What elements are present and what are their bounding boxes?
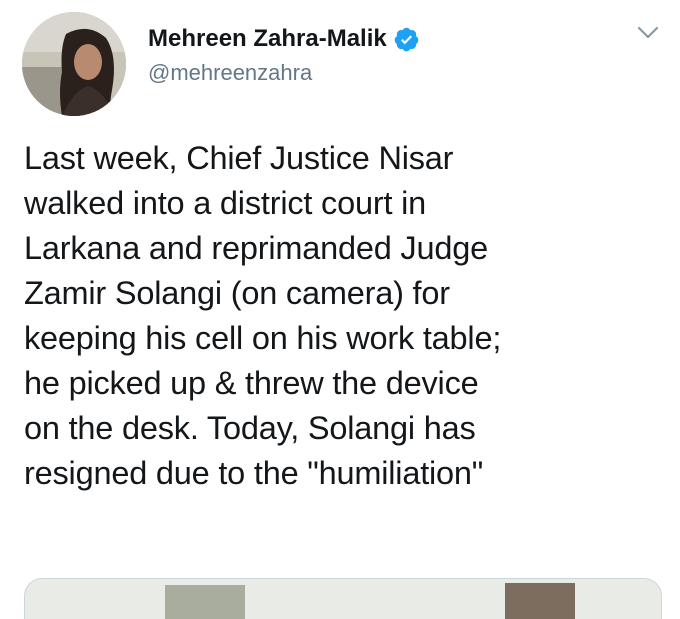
- display-name[interactable]: Mehreen Zahra-Malik: [148, 25, 387, 53]
- tweet-card: Mehreen Zahra-Malik @mehreenzahra Last w…: [0, 0, 680, 619]
- tweet-text-line: Larkana and reprimanded Judge: [24, 230, 488, 266]
- avatar[interactable]: [22, 12, 126, 116]
- tweet-text-line: on the desk. Today, Solangi has: [24, 410, 476, 446]
- media-image-fragment: [505, 583, 575, 619]
- tweet-text: Last week, Chief Justice Nisar walked in…: [24, 136, 664, 496]
- media-image-fragment: [165, 585, 245, 619]
- tweet-text-line: Zamir Solangi (on camera) for: [24, 275, 450, 311]
- more-options-button[interactable]: [630, 18, 666, 48]
- name-row: Mehreen Zahra-Malik: [148, 22, 420, 56]
- chevron-down-icon: [637, 26, 659, 39]
- profile-photo-icon: [22, 12, 126, 116]
- user-handle[interactable]: @mehreenzahra: [148, 60, 312, 86]
- media-preview[interactable]: [24, 578, 662, 619]
- tweet-text-line: walked into a district court in: [24, 185, 427, 221]
- tweet-text-line: resigned due to the "humiliation": [24, 455, 484, 491]
- tweet-text-line: he picked up & threw the device: [24, 365, 479, 401]
- tweet-text-line: Last week, Chief Justice Nisar: [24, 140, 454, 176]
- tweet-text-line: keeping his cell on his work table;: [24, 320, 502, 356]
- verified-badge-icon: [393, 26, 420, 53]
